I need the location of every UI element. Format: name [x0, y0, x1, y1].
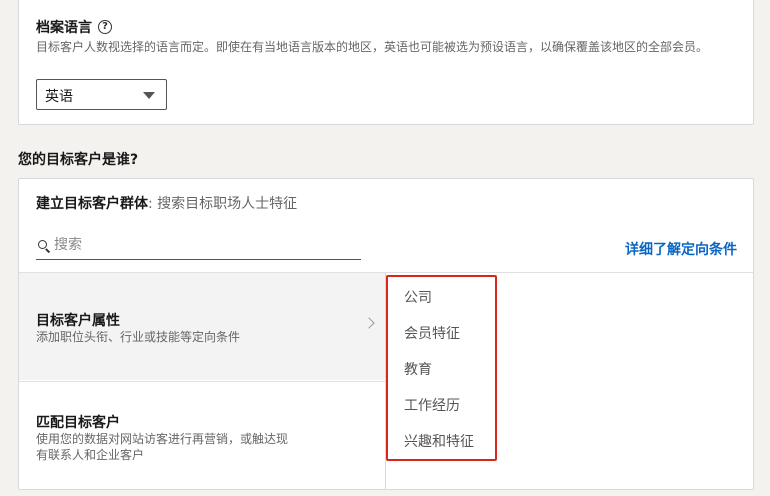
matched-audiences-description: 使用您的数据对网站访客进行再营销，或触达现有联系人和企业客户: [36, 432, 289, 462]
question-circle-icon[interactable]: ?: [98, 20, 112, 34]
language-select-value: 英语: [45, 89, 73, 105]
category-interests-traits[interactable]: 兴趣和特征: [404, 431, 474, 451]
matched-audiences-item[interactable]: 匹配目标客户 使用您的数据对网站访客进行再营销，或触达现有联系人和企业客户: [19, 381, 385, 489]
matched-audiences-title: 匹配目标客户: [36, 415, 120, 431]
audience-attributes-item[interactable]: 目标客户属性 添加职位头衔、行业或技能等定向条件: [19, 273, 385, 380]
audience-search-input[interactable]: [54, 234, 354, 256]
profile-language-description: 目标客户人数视选择的语言而定。即使在有当地语言版本的地区，英语也可能被选为预设语…: [36, 40, 709, 54]
caret-down-icon: [143, 92, 155, 99]
attribute-category-list: 公司 会员特征 教育 工作经历 兴趣和特征: [386, 275, 497, 461]
audience-attributes-description: 添加职位头衔、行业或技能等定向条件: [36, 330, 241, 344]
audience-search: [36, 231, 361, 260]
audience-header: 建立目标客户群体: 搜索目标职场人士特征: [36, 193, 297, 213]
search-icon: [38, 240, 47, 249]
profile-language-title-text: 档案语言: [36, 20, 92, 36]
language-select[interactable]: 英语: [36, 79, 167, 110]
audience-attributes-title: 目标客户属性: [36, 313, 120, 329]
chevron-right-icon: [363, 317, 375, 329]
category-member-traits[interactable]: 会员特征: [404, 323, 460, 343]
attribute-panel: 目标客户属性 添加职位头衔、行业或技能等定向条件 匹配目标客户 使用您的数据对网…: [19, 273, 385, 489]
audience-header-bold: 建立目标客户群体: [36, 196, 148, 212]
category-company[interactable]: 公司: [404, 287, 432, 307]
audience-question: 您的目标客户是谁?: [18, 152, 139, 168]
category-education[interactable]: 教育: [404, 359, 432, 379]
profile-language-card: 档案语言 ? 目标客户人数视选择的语言而定。即使在有当地语言版本的地区，英语也可…: [18, 0, 754, 125]
category-work-experience[interactable]: 工作经历: [404, 395, 460, 415]
audience-header-rest: : 搜索目标职场人士特征: [148, 196, 298, 212]
audience-card: 建立目标客户群体: 搜索目标职场人士特征 详细了解定向条件 目标客户属性 添加职…: [18, 178, 754, 490]
learn-more-targeting-link[interactable]: 详细了解定向条件: [625, 239, 737, 259]
profile-language-title: 档案语言 ?: [36, 17, 112, 37]
